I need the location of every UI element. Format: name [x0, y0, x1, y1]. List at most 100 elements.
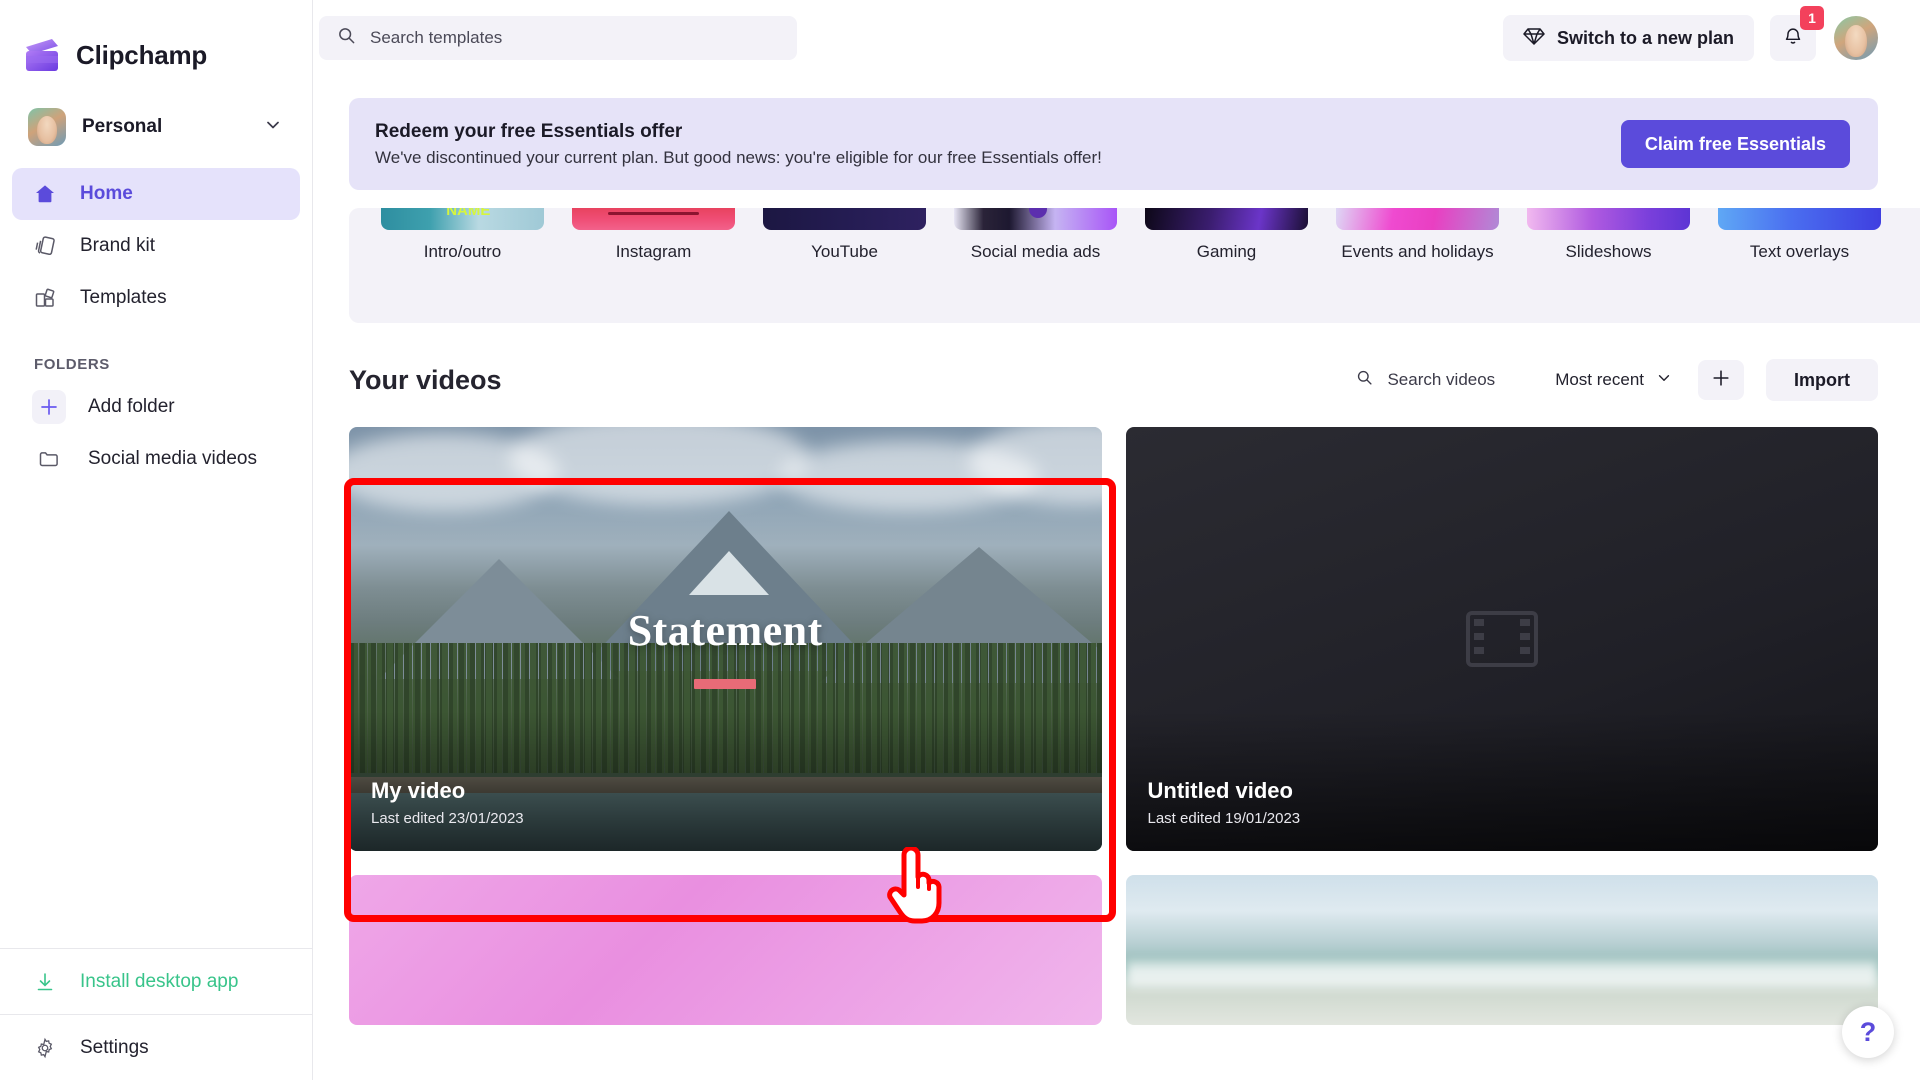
category-thumbnail [1145, 208, 1308, 230]
sidebar-item-add-folder[interactable]: Add folder [12, 381, 300, 433]
folder-icon [32, 442, 66, 476]
video-card-untitled-video[interactable]: Untitled video Last edited 19/01/2023 [1125, 427, 1878, 851]
videos-grid: Statement My video Last edited 23/01/202… [349, 427, 1878, 1025]
essentials-offer-banner: Redeem your free Essentials offer We've … [349, 98, 1878, 190]
template-category-instagram[interactable]: Instagram [558, 208, 749, 262]
category-label: Events and holidays [1341, 242, 1494, 261]
video-last-edited: Last edited 23/01/2023 [371, 810, 524, 827]
chevron-down-icon [1656, 370, 1672, 391]
video-card-meta: My video Last edited 23/01/2023 [371, 778, 524, 827]
sidebar-folder-label: Add folder [88, 396, 175, 417]
primary-nav: Home Brand kit Templates [0, 168, 312, 324]
category-thumbnail [954, 208, 1117, 230]
settings-button[interactable]: Settings [0, 1014, 312, 1080]
search-templates-placeholder: Search templates [370, 28, 503, 47]
category-label: Social media ads [970, 242, 1101, 261]
category-thumbnail [763, 208, 926, 230]
workspace-switcher[interactable]: Personal [20, 100, 292, 154]
template-category-strip: NAME Intro/outro Instagram YouTube Socia… [349, 208, 1920, 323]
banner-text: Redeem your free Essentials offer We've … [375, 121, 1621, 168]
search-templates-input[interactable]: Search templates [319, 16, 797, 60]
import-button[interactable]: Import [1766, 359, 1878, 401]
template-category-social-media-ads[interactable]: Social media ads [940, 208, 1131, 262]
notifications-button[interactable]: 1 [1770, 6, 1824, 61]
video-card-pink[interactable] [349, 875, 1102, 1025]
sidebar-item-label: Templates [80, 287, 167, 308]
film-strip-icon [1465, 611, 1538, 667]
gear-icon [32, 1035, 58, 1061]
chevron-down-icon [264, 116, 282, 139]
create-new-video-button[interactable] [1698, 360, 1744, 400]
notification-badge: 1 [1800, 6, 1824, 30]
settings-label: Settings [80, 1036, 149, 1058]
sidebar-item-label: Brand kit [80, 235, 155, 256]
search-videos-placeholder: Search videos [1387, 370, 1496, 389]
sort-dropdown[interactable]: Most recent [1555, 370, 1672, 391]
sidebar-item-templates[interactable]: Templates [12, 272, 300, 324]
template-category-intro-outro[interactable]: NAME Intro/outro [367, 208, 558, 262]
sidebar-item-label: Home [80, 183, 133, 204]
video-card-meta: Untitled video Last edited 19/01/2023 [1148, 778, 1301, 827]
sidebar: Clipchamp Personal Home Brand kit Templa… [0, 0, 313, 1080]
video-title: Untitled video [1147, 778, 1293, 803]
category-label: Slideshows [1565, 242, 1652, 261]
workspace-label: Personal [82, 116, 163, 137]
top-bar: Search templates Switch to a new plan 1 [313, 0, 1920, 76]
claim-free-essentials-button[interactable]: Claim free Essentials [1620, 120, 1850, 168]
banner-subtitle: We've discontinued your current plan. Bu… [375, 147, 1102, 167]
download-icon [32, 969, 58, 995]
template-category-gaming[interactable]: Gaming [1131, 208, 1322, 262]
category-label: Intro/outro [423, 242, 502, 261]
category-thumbnail [1336, 208, 1499, 230]
template-category-youtube[interactable]: YouTube [749, 208, 940, 262]
page-title: Your videos [349, 364, 502, 395]
template-category-events-and-holidays[interactable]: Events and holidays [1322, 208, 1513, 262]
template-category-text-overlays[interactable]: Text overlays [1704, 208, 1895, 262]
video-card-my-video[interactable]: Statement My video Last edited 23/01/202… [349, 427, 1102, 851]
help-button[interactable]: ? [1842, 1006, 1894, 1058]
thumbnail-foam [1125, 962, 1878, 988]
category-label: YouTube [811, 242, 878, 261]
sort-selected-value: Most recent [1555, 370, 1644, 389]
sidebar-item-social-media-videos[interactable]: Social media videos [12, 433, 300, 485]
brand[interactable]: Clipchamp [0, 0, 312, 88]
overlay-accent-bar [694, 679, 757, 689]
your-videos-header: Your videos Search videos Most recent Im… [349, 359, 1878, 401]
banner-title: Redeem your free Essentials offer [375, 120, 683, 142]
plus-icon [1711, 368, 1731, 393]
video-thumbnail [349, 875, 1102, 1025]
video-title: My video [371, 778, 466, 803]
template-category-row: NAME Intro/outro Instagram YouTube Socia… [349, 208, 1920, 262]
templates-icon [32, 285, 58, 311]
category-thumbnail [1527, 208, 1690, 230]
search-videos-input[interactable]: Search videos [1356, 369, 1495, 391]
video-overlay-text: Statement [627, 606, 823, 655]
switch-plan-button[interactable]: Switch to a new plan [1502, 15, 1754, 61]
workspace-avatar [28, 108, 66, 146]
home-icon [32, 181, 58, 207]
video-last-edited: Last edited 19/01/2023 [1147, 810, 1301, 827]
diamond-icon [1523, 26, 1545, 51]
category-thumbnail [572, 208, 735, 230]
category-thumbnail [1718, 208, 1881, 230]
switch-plan-label: Switch to a new plan [1556, 27, 1734, 48]
video-card-beach[interactable] [1125, 875, 1878, 1025]
category-label: Instagram [615, 242, 692, 261]
category-thumbnail: NAME [381, 208, 544, 230]
install-desktop-app-button[interactable]: Install desktop app [0, 948, 312, 1014]
folders-section-label: FOLDERS [34, 356, 110, 373]
brand-kit-icon [32, 233, 58, 259]
category-label: Gaming [1196, 242, 1257, 261]
clipchamp-logo-icon [22, 36, 62, 74]
video-thumbnail [1125, 875, 1878, 1025]
main-content: Search templates Switch to a new plan 1 … [313, 0, 1920, 1080]
sidebar-item-brand-kit[interactable]: Brand kit [12, 220, 300, 272]
sidebar-item-home[interactable]: Home [12, 168, 300, 220]
clipchamp-app: Clipchamp Personal Home Brand kit Templa… [0, 0, 1920, 1080]
category-label: Text overlays [1749, 242, 1850, 261]
template-category-slideshows[interactable]: Slideshows [1513, 208, 1704, 262]
search-icon [1356, 369, 1373, 391]
sidebar-bottom: Install desktop app Settings [0, 948, 312, 1080]
avatar[interactable] [1834, 16, 1878, 60]
search-icon [337, 26, 356, 50]
